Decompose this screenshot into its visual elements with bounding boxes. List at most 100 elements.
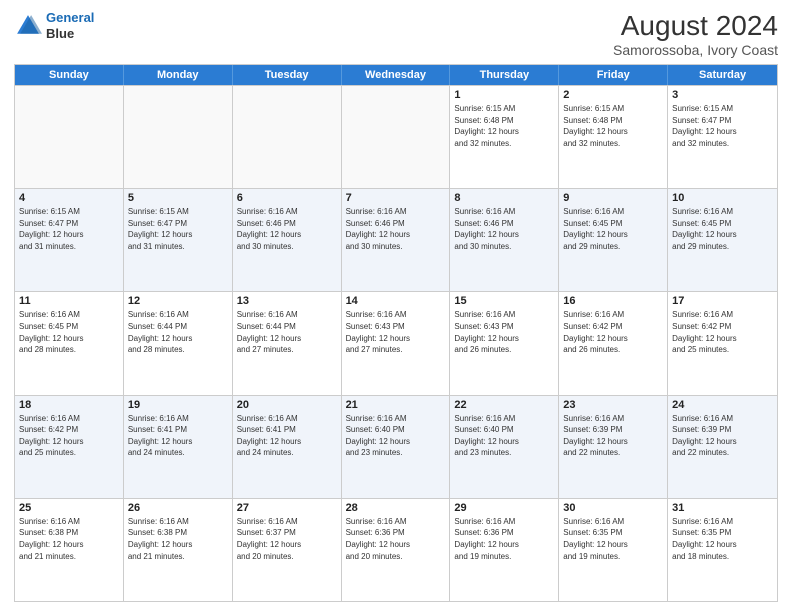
day-info: Sunrise: 6:16 AM Sunset: 6:40 PM Dayligh… <box>346 413 446 459</box>
day-number: 2 <box>563 89 663 101</box>
day-info: Sunrise: 6:16 AM Sunset: 6:45 PM Dayligh… <box>672 206 773 252</box>
day-info: Sunrise: 6:15 AM Sunset: 6:47 PM Dayligh… <box>672 103 773 149</box>
page: General Blue August 2024 Samorossoba, Iv… <box>0 0 792 612</box>
day-info: Sunrise: 6:16 AM Sunset: 6:45 PM Dayligh… <box>563 206 663 252</box>
calendar-cell: 11 Sunrise: 6:16 AM Sunset: 6:45 PM Dayli… <box>15 292 124 394</box>
logo-icon <box>14 12 42 40</box>
calendar-cell: 16 Sunrise: 6:16 AM Sunset: 6:42 PM Dayli… <box>559 292 668 394</box>
calendar-cell <box>342 86 451 188</box>
weekday-header: Thursday <box>450 65 559 85</box>
day-number: 6 <box>237 192 337 204</box>
day-info: Sunrise: 6:16 AM Sunset: 6:36 PM Dayligh… <box>346 516 446 562</box>
calendar-cell: 4Sunrise: 6:15 AM Sunset: 6:47 PM Daylig… <box>15 189 124 291</box>
calendar-cell: 6 Sunrise: 6:16 AM Sunset: 6:46 PM Daylig… <box>233 189 342 291</box>
calendar-cell <box>124 86 233 188</box>
calendar-cell: 2 Sunrise: 6:15 AM Sunset: 6:48 PM Daylig… <box>559 86 668 188</box>
weekday-header: Monday <box>124 65 233 85</box>
day-info: Sunrise: 6:16 AM Sunset: 6:46 PM Dayligh… <box>346 206 446 252</box>
day-info: Sunrise: 6:15 AM Sunset: 6:48 PM Dayligh… <box>454 103 554 149</box>
calendar-cell: 10Sunrise: 6:16 AM Sunset: 6:45 PM Dayli… <box>668 189 777 291</box>
day-info: Sunrise: 6:16 AM Sunset: 6:35 PM Dayligh… <box>672 516 773 562</box>
header: General Blue August 2024 Samorossoba, Iv… <box>14 10 778 58</box>
calendar-cell: 8Sunrise: 6:16 AM Sunset: 6:46 PM Daylig… <box>450 189 559 291</box>
day-number: 29 <box>454 502 554 514</box>
calendar-cell: 5 Sunrise: 6:15 AM Sunset: 6:47 PM Daylig… <box>124 189 233 291</box>
day-info: Sunrise: 6:16 AM Sunset: 6:42 PM Dayligh… <box>672 309 773 355</box>
calendar-body: 1 Sunrise: 6:15 AM Sunset: 6:48 PM Daylig… <box>15 85 777 601</box>
day-info: Sunrise: 6:16 AM Sunset: 6:46 PM Dayligh… <box>454 206 554 252</box>
calendar-cell: 29 Sunrise: 6:16 AM Sunset: 6:36 PM Dayli… <box>450 499 559 601</box>
calendar-week: 18 Sunrise: 6:16 AM Sunset: 6:42 PM Dayli… <box>15 395 777 498</box>
day-info: Sunrise: 6:16 AM Sunset: 6:42 PM Dayligh… <box>19 413 119 459</box>
day-info: Sunrise: 6:15 AM Sunset: 6:48 PM Dayligh… <box>563 103 663 149</box>
calendar-cell: 12Sunrise: 6:16 AM Sunset: 6:44 PM Dayli… <box>124 292 233 394</box>
day-number: 30 <box>563 502 663 514</box>
day-info: Sunrise: 6:16 AM Sunset: 6:41 PM Dayligh… <box>128 413 228 459</box>
weekday-header: Sunday <box>15 65 124 85</box>
day-info: Sunrise: 6:16 AM Sunset: 6:44 PM Dayligh… <box>128 309 228 355</box>
calendar-cell: 13 Sunrise: 6:16 AM Sunset: 6:44 PM Dayli… <box>233 292 342 394</box>
day-number: 26 <box>128 502 228 514</box>
calendar-cell: 17 Sunrise: 6:16 AM Sunset: 6:42 PM Dayli… <box>668 292 777 394</box>
calendar-week: 25 Sunrise: 6:16 AM Sunset: 6:38 PM Dayli… <box>15 498 777 601</box>
day-info: Sunrise: 6:16 AM Sunset: 6:37 PM Dayligh… <box>237 516 337 562</box>
calendar-cell: 9Sunrise: 6:16 AM Sunset: 6:45 PM Daylig… <box>559 189 668 291</box>
title-block: August 2024 Samorossoba, Ivory Coast <box>613 10 778 58</box>
day-number: 7 <box>346 192 446 204</box>
day-number: 25 <box>19 502 119 514</box>
day-number: 22 <box>454 399 554 411</box>
day-info: Sunrise: 6:16 AM Sunset: 6:38 PM Dayligh… <box>19 516 119 562</box>
day-info: Sunrise: 6:16 AM Sunset: 6:45 PM Dayligh… <box>19 309 119 355</box>
day-number: 5 <box>128 192 228 204</box>
day-info: Sunrise: 6:16 AM Sunset: 6:40 PM Dayligh… <box>454 413 554 459</box>
calendar-week: 11 Sunrise: 6:16 AM Sunset: 6:45 PM Dayli… <box>15 291 777 394</box>
calendar-cell: 19 Sunrise: 6:16 AM Sunset: 6:41 PM Dayli… <box>124 396 233 498</box>
day-number: 11 <box>19 295 119 307</box>
day-info: Sunrise: 6:16 AM Sunset: 6:38 PM Dayligh… <box>128 516 228 562</box>
calendar-cell: 31Sunrise: 6:16 AM Sunset: 6:35 PM Dayli… <box>668 499 777 601</box>
subtitle: Samorossoba, Ivory Coast <box>613 42 778 58</box>
calendar-cell: 22 Sunrise: 6:16 AM Sunset: 6:40 PM Dayli… <box>450 396 559 498</box>
day-number: 27 <box>237 502 337 514</box>
day-number: 15 <box>454 295 554 307</box>
day-number: 21 <box>346 399 446 411</box>
day-number: 19 <box>128 399 228 411</box>
calendar-cell: 15 Sunrise: 6:16 AM Sunset: 6:43 PM Dayli… <box>450 292 559 394</box>
calendar-cell: 26 Sunrise: 6:16 AM Sunset: 6:38 PM Dayli… <box>124 499 233 601</box>
day-info: Sunrise: 6:16 AM Sunset: 6:42 PM Dayligh… <box>563 309 663 355</box>
calendar-cell: 25 Sunrise: 6:16 AM Sunset: 6:38 PM Dayli… <box>15 499 124 601</box>
day-number: 3 <box>672 89 773 101</box>
calendar-cell: 1 Sunrise: 6:15 AM Sunset: 6:48 PM Daylig… <box>450 86 559 188</box>
day-info: Sunrise: 6:16 AM Sunset: 6:46 PM Dayligh… <box>237 206 337 252</box>
day-info: Sunrise: 6:16 AM Sunset: 6:43 PM Dayligh… <box>346 309 446 355</box>
day-number: 18 <box>19 399 119 411</box>
day-number: 16 <box>563 295 663 307</box>
calendar-cell: 20Sunrise: 6:16 AM Sunset: 6:41 PM Dayli… <box>233 396 342 498</box>
logo-text: General Blue <box>46 10 94 41</box>
day-info: Sunrise: 6:16 AM Sunset: 6:39 PM Dayligh… <box>563 413 663 459</box>
weekday-header: Friday <box>559 65 668 85</box>
weekday-header: Saturday <box>668 65 777 85</box>
calendar-cell: 7 Sunrise: 6:16 AM Sunset: 6:46 PM Daylig… <box>342 189 451 291</box>
calendar-cell: 23 Sunrise: 6:16 AM Sunset: 6:39 PM Dayli… <box>559 396 668 498</box>
day-info: Sunrise: 6:16 AM Sunset: 6:36 PM Dayligh… <box>454 516 554 562</box>
day-info: Sunrise: 6:16 AM Sunset: 6:44 PM Dayligh… <box>237 309 337 355</box>
day-number: 1 <box>454 89 554 101</box>
day-info: Sunrise: 6:15 AM Sunset: 6:47 PM Dayligh… <box>128 206 228 252</box>
weekday-header: Wednesday <box>342 65 451 85</box>
calendar-week: 4Sunrise: 6:15 AM Sunset: 6:47 PM Daylig… <box>15 188 777 291</box>
day-info: Sunrise: 6:16 AM Sunset: 6:41 PM Dayligh… <box>237 413 337 459</box>
day-info: Sunrise: 6:16 AM Sunset: 6:43 PM Dayligh… <box>454 309 554 355</box>
calendar-week: 1 Sunrise: 6:15 AM Sunset: 6:48 PM Daylig… <box>15 85 777 188</box>
weekday-header: Tuesday <box>233 65 342 85</box>
day-number: 23 <box>563 399 663 411</box>
day-number: 17 <box>672 295 773 307</box>
calendar-cell <box>15 86 124 188</box>
calendar: SundayMondayTuesdayWednesdayThursdayFrid… <box>14 64 778 602</box>
calendar-cell <box>233 86 342 188</box>
day-number: 24 <box>672 399 773 411</box>
day-number: 13 <box>237 295 337 307</box>
day-info: Sunrise: 6:16 AM Sunset: 6:35 PM Dayligh… <box>563 516 663 562</box>
main-title: August 2024 <box>613 10 778 42</box>
day-info: Sunrise: 6:15 AM Sunset: 6:47 PM Dayligh… <box>19 206 119 252</box>
